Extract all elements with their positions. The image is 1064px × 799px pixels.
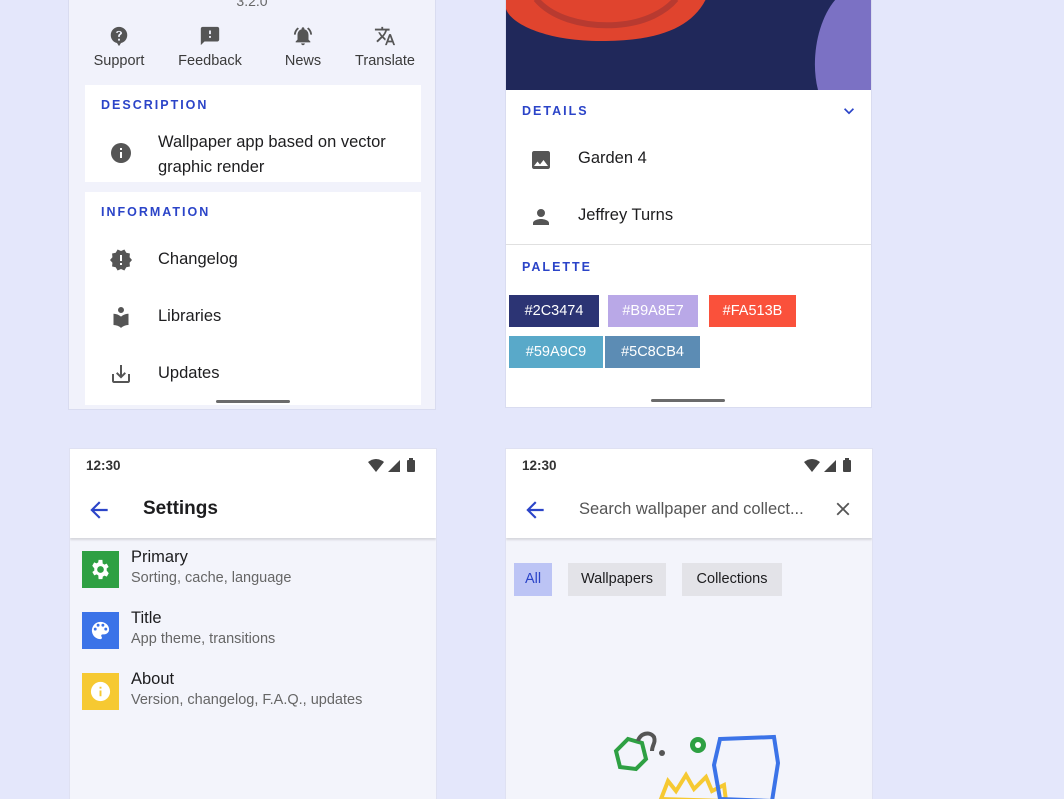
settings-screen: 12:30 Settings Primary Sorting, cache, l… [69,448,437,799]
person-icon [533,209,549,225]
translate-icon [374,26,396,46]
description-line-2: graphic render [158,158,265,176]
setting-about-title: About [131,670,175,688]
status-bar: 12:30 [70,449,436,481]
translate-button[interactable]: Translate [345,25,425,69]
back-arrow-icon[interactable] [522,497,548,523]
setting-about-subtitle: Version, changelog, F.A.Q., updates [131,692,363,708]
feedback-icon [200,26,220,46]
setting-primary-icon-box [82,551,119,588]
status-icons [368,458,415,472]
page-title: Settings [143,498,218,519]
chip-wallpapers[interactable]: Wallpapers [568,563,666,596]
app-bar: Settings [70,481,436,538]
section-divider [506,244,871,245]
info-icon [90,681,111,702]
nav-handle[interactable] [651,399,725,402]
news-button[interactable]: News [263,25,343,69]
wallpaper-artwork [506,0,871,90]
palette-swatch[interactable]: #2C3474 [509,295,599,327]
battery-icon [407,460,415,472]
battery-icon [843,460,851,472]
information-card: INFORMATION Changelog Libraries Updates [85,192,421,405]
updates-label: Updates [158,364,220,382]
wifi-icon [804,459,820,472]
wallpaper-name: Garden 4 [578,149,647,167]
setting-primary-title: Primary [131,548,188,566]
search-bar [506,481,872,538]
description-card: DESCRIPTION Wallpaper app based on vecto… [85,85,421,182]
search-screen: 12:30 All Wallpapers Collections [505,448,873,799]
setting-title[interactable]: Title App theme, transitions [70,609,436,667]
setting-title-subtitle: App theme, transitions [131,631,276,647]
app-version: 3.2.0 [236,0,268,9]
about-screen: 3.2.0 Support Feedback News Translate DE… [68,0,436,410]
about-actions: Support Feedback News Translate [69,25,435,75]
libraries-label: Libraries [158,307,222,325]
empty-state-illustration [613,731,781,799]
nav-handle[interactable] [216,400,290,403]
palette-swatch[interactable]: #59A9C9 [509,336,603,368]
setting-about-icon-box [82,673,119,710]
wallpaper-name-row: Garden 4 [506,145,871,175]
help-circle-icon [110,26,128,47]
bell-ring-icon [293,27,313,46]
setting-title-icon-box [82,612,119,649]
palette-icon [91,621,110,640]
wallpaper-details-screen: DETAILS Garden 4 Jeffrey Turns PALETTE #… [505,0,872,408]
image-icon [532,151,550,169]
wallpaper-preview [506,0,871,90]
gear-icon [92,559,109,580]
chevron-down-icon[interactable] [839,101,859,121]
translate-label: Translate [355,53,415,69]
feedback-button[interactable]: Feedback [170,25,250,69]
setting-about[interactable]: About Version, changelog, F.A.Q., update… [70,670,436,728]
libraries-item[interactable]: Libraries [85,301,421,341]
status-time: 12:30 [86,458,121,473]
description-text: Wallpaper app based on vector graphic re… [158,130,386,180]
palette-swatch[interactable]: #FA513B [709,295,796,327]
download-icon [112,365,130,383]
palette-swatch[interactable]: #5C8CB4 [605,336,700,368]
updates-item[interactable]: Updates [85,358,421,398]
changelog-label: Changelog [158,250,238,268]
status-bar: 12:30 [506,449,872,481]
status-time: 12:30 [522,458,557,473]
new-badge-icon [110,249,132,271]
chip-all[interactable]: All [514,563,552,596]
support-label: Support [93,53,145,69]
signal-icon [388,460,400,472]
feedback-label: Feedback [178,53,242,69]
wifi-icon [368,459,384,472]
description-title: DESCRIPTION [101,98,209,112]
book-icon [113,307,129,328]
chip-collections[interactable]: Collections [682,563,782,596]
changelog-item[interactable]: Changelog [85,244,421,284]
search-input[interactable] [579,495,824,523]
setting-primary-subtitle: Sorting, cache, language [131,570,292,586]
close-icon[interactable] [832,498,854,520]
information-title: INFORMATION [101,205,211,219]
author-row[interactable]: Jeffrey Turns [506,202,871,232]
author-name: Jeffrey Turns [578,206,674,224]
status-icons [804,458,851,472]
support-button[interactable]: Support [79,25,159,69]
description-line-1: Wallpaper app based on vector [158,133,386,151]
news-label: News [284,53,322,69]
info-icon [111,143,131,163]
back-arrow-icon[interactable] [86,497,112,523]
setting-primary[interactable]: Primary Sorting, cache, language [70,548,436,606]
palette-title: PALETTE [522,260,593,274]
details-title: DETAILS [522,104,589,118]
signal-icon [824,460,836,472]
palette-swatch[interactable]: #B9A8E7 [608,295,698,327]
setting-title-title: Title [131,609,162,627]
